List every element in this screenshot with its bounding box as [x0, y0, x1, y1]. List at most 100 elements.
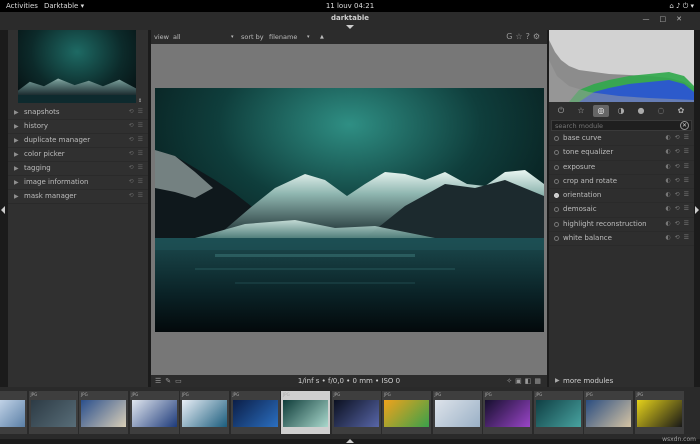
search-module-input[interactable]	[551, 120, 692, 131]
module-tagging[interactable]: ▶ tagging ⟲ ☰	[8, 162, 148, 176]
correct-group-icon[interactable]: ◌	[653, 105, 669, 117]
filmstrip-thumbnail[interactable]: JPG	[432, 391, 482, 434]
module-image-information[interactable]: ▶ image information ⟲ ☰	[8, 176, 148, 190]
left-panel-collapse-arrow[interactable]	[1, 206, 5, 214]
power-toggle-icon[interactable]	[554, 178, 559, 184]
module-preset-icon[interactable]: ◐ ⟲ ☰	[666, 177, 690, 184]
power-icon[interactable]: ⏻	[553, 105, 569, 117]
module-mask-manager[interactable]: ▶ mask manager ⟲ ☰	[8, 190, 148, 204]
gamut-check-icon[interactable]: ▣	[515, 377, 525, 385]
power-toggle-icon[interactable]	[554, 193, 559, 199]
module-demosaic[interactable]: demosaic ◐ ⟲ ☰	[549, 203, 694, 218]
thumbnail-image	[283, 400, 328, 427]
minimize-icon[interactable]: —	[643, 15, 660, 23]
module-reset-icon[interactable]: ⟲ ☰	[129, 178, 144, 185]
navigation-preview[interactable]	[18, 30, 136, 103]
module-white-balance[interactable]: white balance ◐ ⟲ ☰	[549, 232, 694, 247]
power-toggle-icon[interactable]	[554, 136, 559, 141]
module-exposure[interactable]: exposure ◐ ⟲ ☰	[549, 161, 694, 175]
more-modules-label: more modules	[563, 377, 614, 385]
base-group-icon[interactable]: ◎	[593, 105, 609, 117]
power-toggle-icon[interactable]	[554, 221, 559, 227]
module-preset-icon[interactable]: ◐ ⟲ ☰	[666, 163, 690, 170]
gear-icon[interactable]: ⚙	[533, 32, 543, 41]
zoom-dropdown-icon[interactable]: ⇕	[138, 98, 142, 104]
expand-arrow-icon: ▶	[14, 123, 19, 130]
filmstrip-thumbnail[interactable]: JPG	[230, 391, 280, 434]
filmstrip-thumbnail[interactable]: JPG	[180, 391, 229, 434]
view-filter-dropdown-icon[interactable]: ▾	[231, 30, 234, 44]
module-preset-icon[interactable]: ◐ ⟲ ☰	[666, 205, 690, 212]
module-reset-icon[interactable]: ⟲ ☰	[129, 150, 144, 157]
module-duplicate-manager[interactable]: ▶ duplicate manager ⟲ ☰	[8, 134, 148, 148]
favorites-icon[interactable]: ☆	[573, 105, 589, 117]
expand-arrow-icon: ▶	[14, 165, 19, 172]
filmstrip-toggle-arrow[interactable]	[346, 439, 354, 443]
sort-by-value[interactable]: filename	[269, 30, 297, 44]
sort-order-icon[interactable]: ▲	[320, 30, 324, 44]
power-toggle-icon[interactable]	[554, 150, 559, 156]
clock[interactable]: 11 louv 04:21	[0, 0, 700, 12]
module-reset-icon[interactable]: ⟲ ☰	[129, 122, 144, 129]
module-label: duplicate manager	[24, 136, 91, 144]
filmstrip-thumbnail[interactable]: JPG	[483, 391, 532, 434]
filmstrip-thumbnail[interactable]: JPG	[634, 391, 684, 434]
softproof-icon[interactable]: ◧	[525, 377, 535, 385]
watermark: wsxdn.com	[662, 436, 696, 443]
tone-group-icon[interactable]: ◑	[613, 105, 629, 117]
help-icon[interactable]: ?	[526, 32, 533, 41]
filmstrip-thumbnail[interactable]: JPG	[281, 391, 330, 434]
module-history[interactable]: ▶ history ⟲ ☰	[8, 120, 148, 134]
power-toggle-icon[interactable]	[554, 164, 559, 170]
module-label: exposure	[563, 162, 596, 171]
filmstrip-thumbnail[interactable]: JPG	[584, 391, 633, 434]
maximize-icon[interactable]: □	[660, 15, 677, 23]
module-reset-icon[interactable]: ⟲ ☰	[129, 164, 144, 171]
module-label: image information	[24, 178, 89, 186]
module-preset-icon[interactable]: ◐ ⟲ ☰	[666, 234, 690, 241]
histogram[interactable]	[549, 30, 694, 102]
module-preset-icon[interactable]: ◐ ⟲ ☰	[666, 220, 690, 227]
module-reset-icon[interactable]: ⟲ ☰	[129, 136, 144, 143]
module-label: crop and rotate	[563, 176, 618, 185]
bulb-icon[interactable]: ✧	[506, 377, 515, 385]
filmstrip-thumbnail[interactable]: JPG	[382, 391, 431, 434]
module-reset-icon[interactable]: ⟲ ☰	[129, 192, 144, 199]
filmstrip-thumbnail[interactable]: JPG	[79, 391, 128, 434]
power-toggle-icon[interactable]	[554, 207, 559, 213]
thumbnail-extension: JPG	[535, 392, 543, 397]
view-filter-value[interactable]: all	[173, 30, 181, 44]
navigation-water	[18, 95, 136, 103]
effect-group-icon[interactable]: ✿	[673, 105, 689, 117]
color-group-icon[interactable]: ●	[633, 105, 649, 117]
module-preset-icon[interactable]: ◐ ⟲ ☰	[666, 148, 690, 155]
module-preset-icon[interactable]: ◐ ⟲ ☰	[666, 191, 690, 198]
more-modules[interactable]: ▶ more modules	[549, 375, 694, 387]
filmstrip-thumbnail[interactable]: JPG	[331, 391, 381, 434]
filmstrip-thumbnail[interactable]	[0, 391, 27, 434]
right-module-list: base curve ◐ ⟲ ☰ tone equalizer ◐ ⟲ ☰ expo…	[549, 132, 694, 247]
filmstrip-thumbnail[interactable]: JPG	[129, 391, 179, 434]
filmstrip-thumbnail[interactable]: JPG	[28, 391, 78, 434]
right-panel-collapse-arrow[interactable]	[695, 206, 699, 214]
star-icon[interactable]: ☆	[515, 32, 525, 41]
module-color-picker[interactable]: ▶ color picker ⟲ ☰	[8, 148, 148, 162]
power-toggle-icon[interactable]	[554, 236, 559, 242]
guides-icon[interactable]: ▦	[534, 377, 544, 385]
module-orientation[interactable]: orientation ◐ ⟲ ☰	[549, 189, 694, 204]
top-panel-toggle-arrow[interactable]	[346, 25, 354, 29]
sort-dropdown-icon[interactable]: ▾	[307, 30, 310, 44]
system-tray[interactable]: ⌂ ♪ ⏻ ▾	[669, 0, 694, 12]
module-preset-icon[interactable]: ◐ ⟲ ☰	[666, 134, 690, 141]
module-tone-equalizer[interactable]: tone equalizer ◐ ⟲ ☰	[549, 146, 694, 161]
module-snapshots[interactable]: ▶ snapshots ⟲ ☰	[8, 106, 148, 120]
clear-search-icon[interactable]: ✕	[680, 121, 689, 130]
module-crop-and-rotate[interactable]: crop and rotate ◐ ⟲ ☰	[549, 175, 694, 190]
system-top-bar: Activities Darktable ▾ 11 louv 04:21 ⌂ ♪…	[0, 0, 700, 12]
close-icon[interactable]: ✕	[676, 15, 692, 23]
main-image[interactable]	[155, 88, 544, 332]
module-reset-icon[interactable]: ⟲ ☰	[129, 108, 144, 115]
module-base-curve[interactable]: base curve ◐ ⟲ ☰	[549, 132, 694, 147]
module-highlight-reconstruction[interactable]: highlight reconstruction ◐ ⟲ ☰	[549, 218, 694, 233]
filmstrip-thumbnail[interactable]: JPG	[533, 391, 583, 434]
